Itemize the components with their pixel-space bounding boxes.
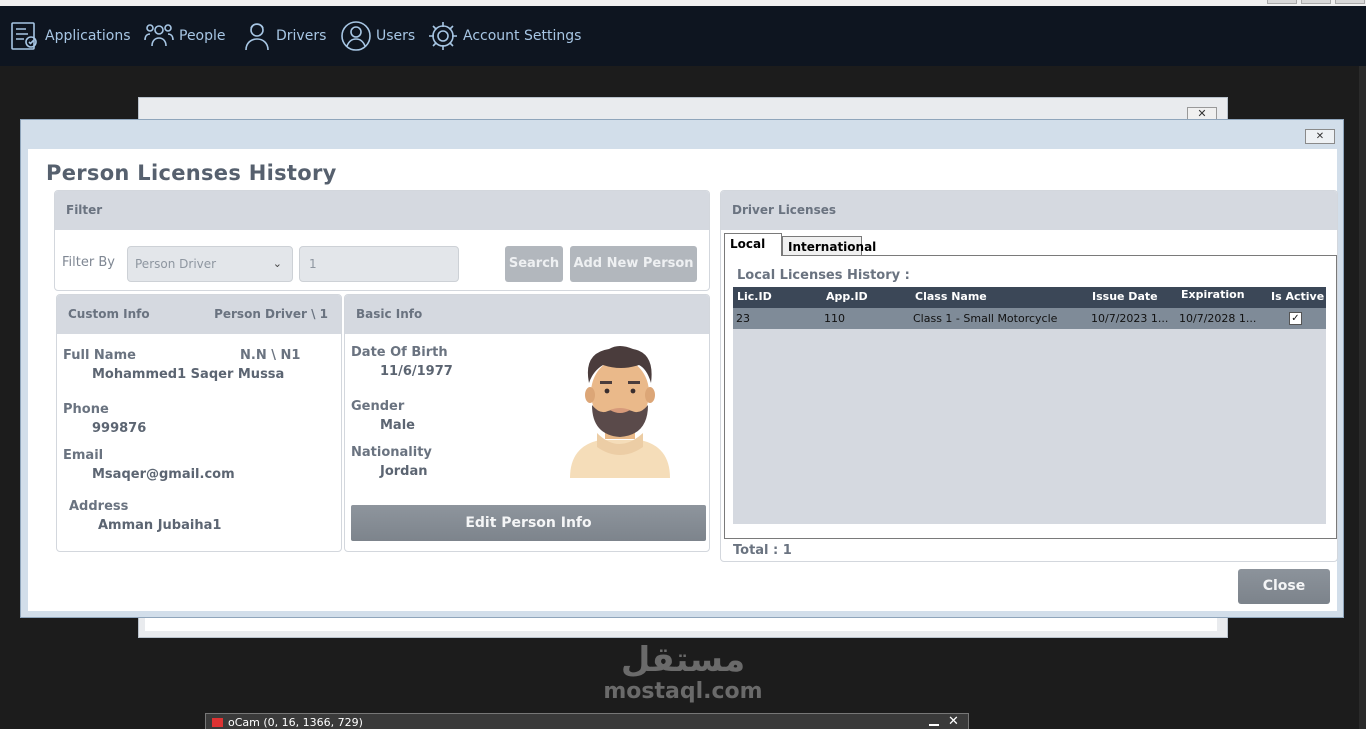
dialog-close-x-button[interactable]: ✕ xyxy=(1305,129,1335,144)
dialog-client-area: Person Licenses History Filter Filter By… xyxy=(28,149,1338,611)
full-name-value: Mohammed1 Saqer Mussa xyxy=(92,367,285,382)
col-app-id[interactable]: App.ID xyxy=(826,290,868,303)
total-count: Total : 1 xyxy=(733,543,792,558)
person-licenses-history-dialog: ✕ Person Licenses History Filter Filter … xyxy=(20,119,1344,618)
gender-value: Male xyxy=(380,418,415,433)
col-lic-id[interactable]: Lic.ID xyxy=(737,290,772,303)
gear-icon xyxy=(429,22,457,50)
minimize-button[interactable] xyxy=(1267,0,1297,4)
custom-info-panel: Custom Info Person Driver \ 1 Full Name … xyxy=(56,294,342,552)
menu-drivers[interactable]: Drivers xyxy=(242,6,326,66)
col-is-active[interactable]: Is Active xyxy=(1271,290,1324,303)
menu-people-label: People xyxy=(179,28,226,44)
filter-header: Filter xyxy=(55,191,709,230)
application-form-icon xyxy=(11,22,37,50)
filter-value-text: 1 xyxy=(309,257,317,271)
watermark: مستقل mostaql.com xyxy=(598,640,768,704)
email-label: Email xyxy=(63,448,104,463)
filter-panel: Filter Filter By Person Driver ⌄ 1 Searc… xyxy=(54,190,710,291)
col-issue-date[interactable]: Issue Date xyxy=(1092,290,1158,303)
minimize-icon[interactable] xyxy=(929,716,939,726)
col-expiration[interactable]: Expiration xyxy=(1181,288,1245,301)
full-name-label: Full Name xyxy=(63,348,136,363)
cell-app-id: 110 xyxy=(824,312,845,325)
ocam-app-icon xyxy=(212,718,223,727)
filter-by-label: Filter By xyxy=(62,255,115,270)
page-title: Person Licenses History xyxy=(46,161,337,185)
maximize-button[interactable] xyxy=(1301,0,1331,4)
ocam-window-titlebar[interactable]: oCam (0, 16, 1366, 729) ✕ xyxy=(205,713,969,729)
email-value: Msaqer@gmail.com xyxy=(92,467,235,482)
close-button[interactable]: Close xyxy=(1238,569,1330,604)
address-label: Address xyxy=(69,499,129,514)
watermark-arabic: مستقل xyxy=(620,640,746,680)
custom-info-title: Custom Info xyxy=(68,307,150,321)
custom-info-person-id: Person Driver \ 1 xyxy=(214,307,328,321)
user-circle-icon xyxy=(341,21,371,51)
menu-applications[interactable]: Applications xyxy=(9,6,131,66)
tab-local[interactable]: Local xyxy=(724,233,782,256)
filter-value-input[interactable]: 1 xyxy=(299,246,459,282)
custom-info-header: Custom Info Person Driver \ 1 xyxy=(57,295,341,334)
driver-icon xyxy=(245,23,269,51)
nn-label: N.N \ N1 xyxy=(240,348,301,363)
edit-person-info-button[interactable]: Edit Person Info xyxy=(351,505,706,541)
cell-lic-id: 23 xyxy=(736,312,750,325)
cell-class-name: Class 1 - Small Motorcycle xyxy=(913,312,1058,325)
phone-value: 999876 xyxy=(92,421,147,436)
grid-header-row: Lic.ID App.ID Class Name Issue Date Expi… xyxy=(733,287,1326,308)
main-menu-bar: Applications People Drivers Users Accoun… xyxy=(0,6,1366,66)
basic-info-panel: Basic Info Date Of Birth 11/6/1977 Gende… xyxy=(344,294,710,552)
dob-label: Date Of Birth xyxy=(351,345,448,360)
address-value: Amman Jubaiha1 xyxy=(98,518,222,533)
watermark-latin: mostaql.com xyxy=(603,679,763,704)
menu-account-settings-label: Account Settings xyxy=(463,28,582,44)
table-row[interactable]: 23 110 Class 1 - Small Motorcycle 10/7/2… xyxy=(733,308,1326,329)
dob-value: 11/6/1977 xyxy=(380,364,453,379)
add-new-person-button[interactable]: Add New Person xyxy=(570,246,697,282)
menu-account-settings[interactable]: Account Settings xyxy=(427,6,581,66)
close-icon[interactable]: ✕ xyxy=(948,714,959,729)
nationality-value: Jordan xyxy=(380,464,428,479)
tab-international[interactable]: International xyxy=(782,236,876,256)
people-icon xyxy=(144,24,174,47)
basic-info-header: Basic Info xyxy=(345,295,709,334)
local-licenses-grid[interactable]: Lic.ID App.ID Class Name Issue Date Expi… xyxy=(733,287,1326,524)
search-button[interactable]: Search xyxy=(505,246,563,282)
chevron-down-icon: ⌄ xyxy=(272,257,282,270)
menu-people[interactable]: People xyxy=(143,6,226,66)
menu-drivers-label: Drivers xyxy=(276,28,327,44)
nationality-label: Nationality xyxy=(351,445,432,460)
driver-licenses-panel: Driver Licenses Local International Loca… xyxy=(720,190,1338,562)
window-close-button[interactable] xyxy=(1335,0,1365,4)
filter-by-value: Person Driver xyxy=(135,257,217,271)
person-avatar-icon xyxy=(570,346,670,478)
filter-by-select[interactable]: Person Driver ⌄ xyxy=(127,246,293,282)
menu-users-label: Users xyxy=(376,28,416,44)
vertical-scrollbar[interactable] xyxy=(1359,66,1366,729)
cell-is-active-checkbox[interactable]: ✓ xyxy=(1289,312,1302,325)
gender-label: Gender xyxy=(351,399,405,414)
driver-licenses-header: Driver Licenses xyxy=(721,191,1337,230)
ocam-title: oCam (0, 16, 1366, 729) xyxy=(228,716,363,729)
menu-applications-label: Applications xyxy=(45,28,131,44)
menu-users[interactable]: Users xyxy=(340,6,415,66)
background-form-footer xyxy=(145,617,1217,631)
col-class-name[interactable]: Class Name xyxy=(915,290,987,303)
cell-expiration: 10/7/2028 1... xyxy=(1179,312,1257,325)
phone-label: Phone xyxy=(63,402,109,417)
local-licenses-history-title: Local Licenses History : xyxy=(737,268,910,283)
cell-issue-date: 10/7/2023 1... xyxy=(1091,312,1169,325)
